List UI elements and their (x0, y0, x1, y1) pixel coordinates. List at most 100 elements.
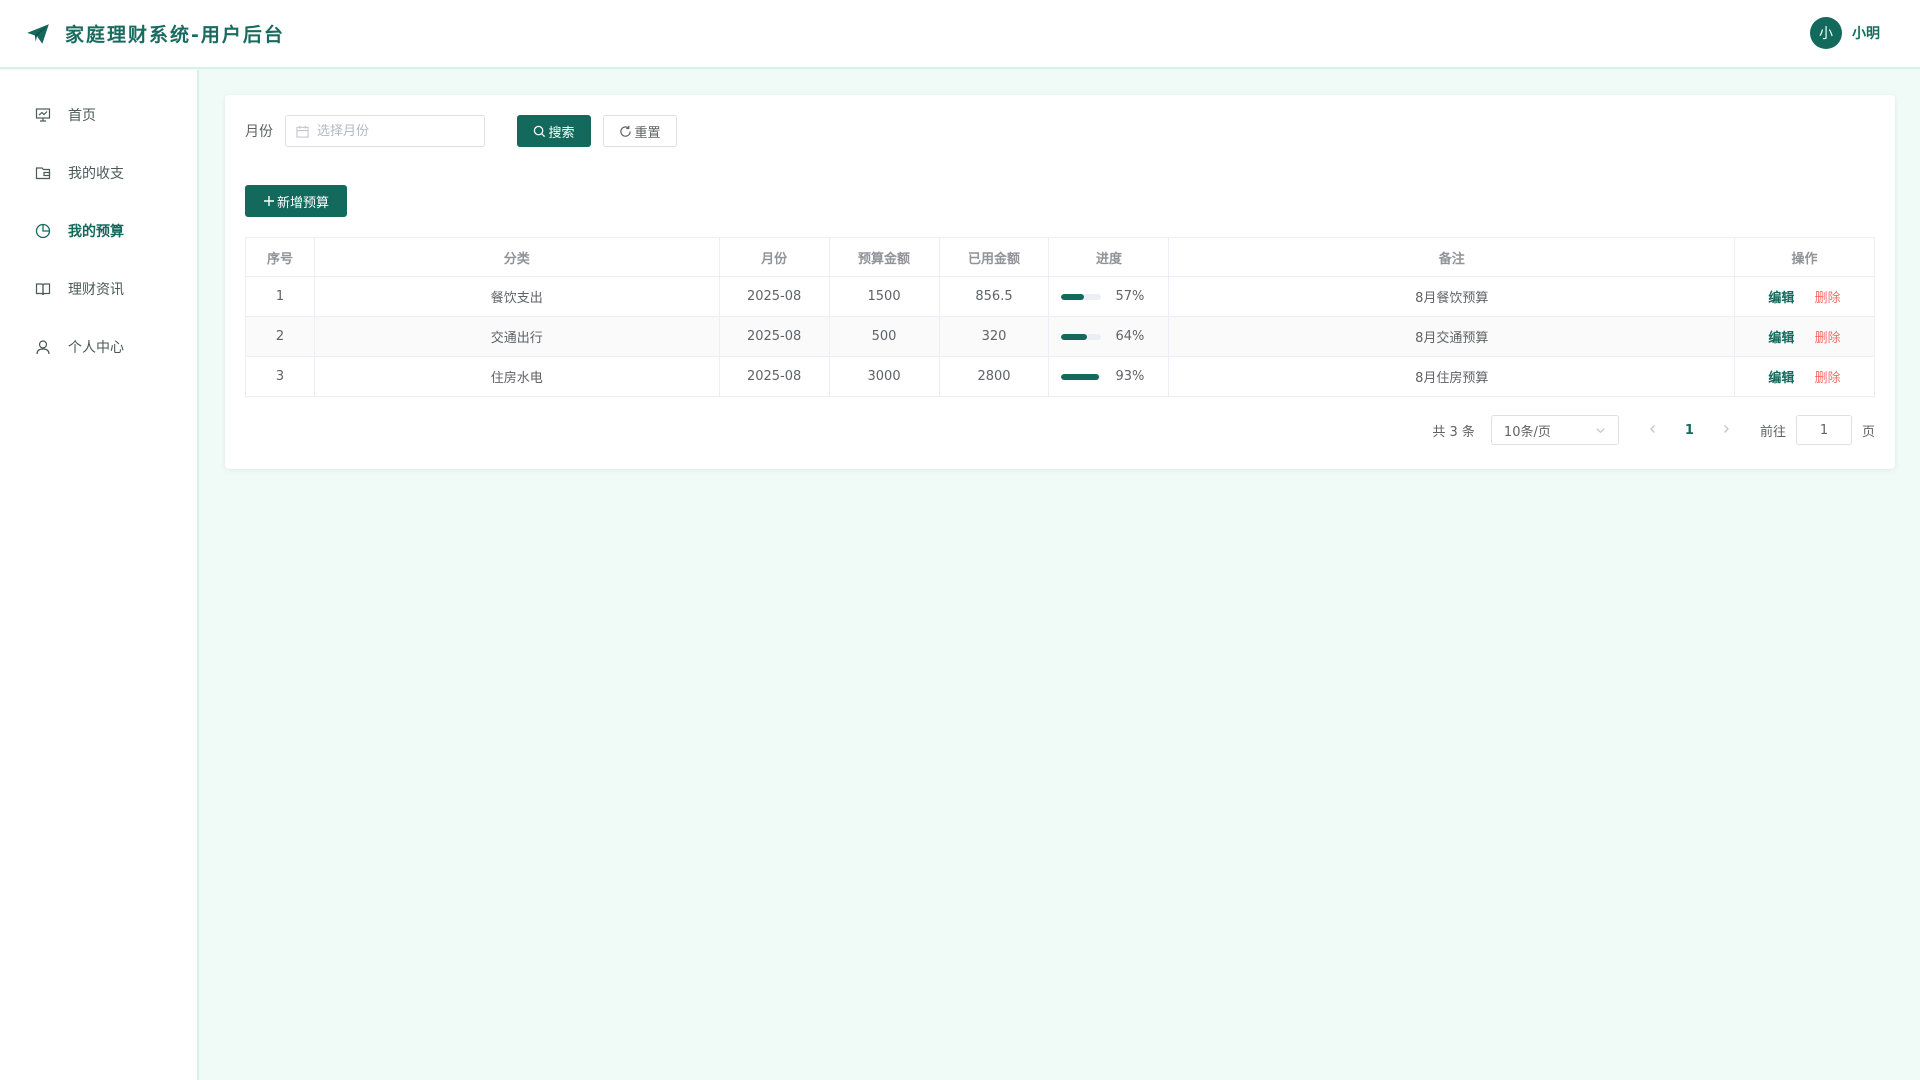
chevron-right-icon (1724, 424, 1729, 433)
progress-fill (1061, 373, 1099, 380)
cell-progress: 64% (1048, 316, 1170, 357)
delete-button[interactable]: 删除 (1815, 291, 1841, 306)
page-size-select[interactable]: 10条/页 (1490, 415, 1619, 445)
cell-progress: 57% (1048, 276, 1170, 317)
table-row: 3 住房水电 2025-08 3000 2800 93% 8月住房预算 编辑 删… (245, 356, 1875, 397)
edit-button[interactable]: 编辑 (1768, 331, 1794, 346)
col-header-used: 已用金额 (938, 237, 1050, 277)
top-header: 家庭理财系统-用户后台 小 小明 (0, 0, 1920, 69)
user-menu[interactable]: 小 小明 (1810, 17, 1880, 49)
book-icon (34, 280, 52, 298)
col-header-progress: 进度 (1048, 237, 1170, 277)
cell-actions: 编辑 删除 (1734, 276, 1875, 317)
pagination: 共 3 条 10条/页 1 前往 页 (1432, 415, 1875, 445)
sidebar-item-news[interactable]: 理财资讯 (0, 260, 197, 318)
progress-text: 57% (1115, 289, 1145, 304)
budget-card: 月份 搜索 重置 新增预算 (225, 95, 1895, 469)
search-icon (534, 125, 546, 137)
cell-category: 交通出行 (313, 316, 720, 357)
app-title: 家庭理财系统-用户后台 (65, 24, 285, 46)
col-header-actions: 操作 (1734, 237, 1875, 277)
pagination-total: 共 3 条 (1432, 424, 1475, 440)
cell-used: 2800 (938, 356, 1050, 397)
sidebar-item-income-expense[interactable]: 我的收支 (0, 144, 197, 202)
presentation-icon (34, 106, 52, 124)
col-header-category: 分类 (313, 237, 720, 277)
cell-budget: 3000 (828, 356, 940, 397)
cell-index: 2 (245, 316, 315, 357)
cell-index: 3 (245, 356, 315, 397)
cell-category: 餐饮支出 (313, 276, 720, 317)
sidebar-item-label: 首页 (68, 108, 96, 124)
sidebar-item-budget[interactable]: 我的预算 (0, 202, 197, 260)
search-button-label: 搜索 (548, 125, 575, 141)
edit-button[interactable]: 编辑 (1768, 371, 1794, 386)
reset-button[interactable]: 重置 (603, 115, 677, 147)
edit-button[interactable]: 编辑 (1768, 291, 1794, 306)
month-input[interactable] (317, 123, 467, 139)
search-form: 月份 搜索 重置 (245, 115, 677, 147)
user-name[interactable]: 小明 (1852, 23, 1880, 43)
cell-month: 2025-08 (718, 316, 830, 357)
prev-page-button[interactable] (1643, 423, 1663, 438)
cell-budget: 500 (828, 316, 940, 357)
cell-actions: 编辑 删除 (1734, 356, 1875, 397)
add-budget-button[interactable]: 新增预算 (245, 185, 347, 217)
user-icon (34, 338, 52, 356)
progress-text: 93% (1115, 369, 1145, 384)
progress-bar (1061, 373, 1102, 380)
cell-index: 1 (245, 276, 315, 317)
cell-note: 8月餐饮预算 (1168, 276, 1736, 317)
col-header-month: 月份 (718, 237, 830, 277)
wallet-icon (34, 164, 52, 182)
table-header-row: 序号 分类 月份 预算金额 已用金额 进度 备注 操作 (245, 237, 1875, 277)
sidebar-item-label: 个人中心 (68, 340, 124, 356)
month-label: 月份 (245, 124, 273, 140)
next-page-button[interactable] (1716, 423, 1736, 438)
progress-fill (1061, 333, 1088, 340)
page-number[interactable]: 1 (1685, 423, 1694, 438)
cell-note: 8月住房预算 (1168, 356, 1736, 397)
search-button[interactable]: 搜索 (517, 115, 591, 147)
cell-budget: 1500 (828, 276, 940, 317)
progress-bar (1061, 293, 1102, 300)
progress-text: 64% (1115, 329, 1145, 344)
add-budget-label: 新增预算 (276, 195, 329, 211)
sidebar-item-home[interactable]: 首页 (0, 86, 197, 144)
month-picker[interactable] (285, 115, 485, 147)
cell-month: 2025-08 (718, 356, 830, 397)
pie-chart-icon (34, 222, 52, 240)
col-header-note: 备注 (1168, 237, 1736, 277)
page-size-value: 10条/页 (1503, 424, 1551, 440)
logo[interactable]: 家庭理财系统-用户后台 (25, 20, 285, 47)
sidebar-item-profile[interactable]: 个人中心 (0, 318, 197, 376)
refresh-icon (620, 125, 632, 137)
goto-label: 前往 (1759, 424, 1786, 440)
goto-page-input[interactable] (1795, 415, 1852, 445)
delete-button[interactable]: 删除 (1815, 371, 1841, 386)
cell-note: 8月交通预算 (1168, 316, 1736, 357)
chevron-down-icon (1596, 427, 1605, 433)
budget-table: 序号 分类 月份 预算金额 已用金额 进度 备注 操作 1 餐饮支出 2025-… (245, 237, 1875, 397)
cell-actions: 编辑 删除 (1734, 316, 1875, 357)
col-header-budget: 预算金额 (828, 237, 940, 277)
cell-category: 住房水电 (313, 356, 720, 397)
cell-progress: 93% (1048, 356, 1170, 397)
paper-plane-icon (27, 23, 49, 44)
progress-bar (1061, 333, 1102, 340)
progress-fill (1061, 293, 1085, 300)
table-row: 2 交通出行 2025-08 500 320 64% 8月交通预算 编辑 删除 (245, 316, 1875, 357)
col-header-index: 序号 (245, 237, 315, 277)
cell-used: 320 (938, 316, 1050, 357)
plus-icon (263, 196, 274, 206)
page-suffix: 页 (1861, 424, 1875, 440)
cell-used: 856.5 (938, 276, 1050, 317)
reset-button-label: 重置 (634, 125, 661, 141)
sidebar-item-label: 理财资讯 (68, 282, 124, 298)
cell-month: 2025-08 (718, 276, 830, 317)
table-row: 1 餐饮支出 2025-08 1500 856.5 57% 8月餐饮预算 编辑 (245, 276, 1875, 317)
delete-button[interactable]: 删除 (1815, 331, 1841, 346)
sidebar-item-label: 我的预算 (68, 224, 124, 240)
calendar-icon (296, 125, 309, 138)
avatar[interactable]: 小 (1810, 17, 1842, 49)
